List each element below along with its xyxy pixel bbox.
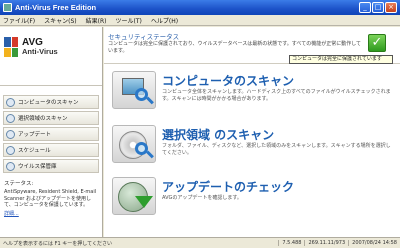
title-bar[interactable]: Anti-Virus Free Edition _ □ × <box>0 0 400 15</box>
status-tooltip: コンピュータは完全に保護されています <box>289 55 393 64</box>
menu-results[interactable]: 結果(R) <box>86 16 107 25</box>
update-icon <box>6 129 15 139</box>
status-title: ステータス: <box>4 181 34 187</box>
disc-scan-icon <box>112 125 156 163</box>
security-status-title: セキュリティステータス <box>108 33 180 41</box>
status-body: AntiSpyware, Resident Shield, E-mail Sca… <box>4 189 97 209</box>
task-computer-scan[interactable]: コンピュータのスキャン コンピュータ全体をスキャンします。ハードディスク上のすべ… <box>104 67 400 122</box>
sidebar-item-label: コンピュータのスキャン <box>18 100 79 106</box>
status-details-link[interactable]: 詳細... <box>4 211 19 217</box>
protection-status-box: ステータス: AntiSpyware, Resident Shield, E-m… <box>4 179 100 217</box>
menu-bar: ファイル(F) スキャン(S) 結果(R) ツール(T) ヘルプ(H) <box>0 15 400 26</box>
sidebar-item-label: 選択領域のスキャン <box>18 116 68 122</box>
task-title[interactable]: コンピュータのスキャン <box>162 72 294 89</box>
sidebar: AVG Anti-Virus コンピュータのスキャン 選択領域のスキャン アップ… <box>0 27 103 237</box>
sidebar-item-computer-scan[interactable]: コンピュータのスキャン <box>3 95 99 109</box>
avg-logo-icon <box>4 37 18 57</box>
sidebar-item-update[interactable]: アップデート <box>3 127 99 141</box>
task-description: フォルダ、ファイル、ディスクなど、選択した領域のみをスキャンします。スキャンする… <box>162 143 391 156</box>
sidebar-item-label: スケジュール <box>18 148 51 154</box>
check-icon[interactable]: ✓ <box>368 34 386 52</box>
main-panel: セキュリティステータス コンピュータは完全に保護されており、ウイルスデータベース… <box>104 27 400 237</box>
task-selective-scan[interactable]: 選択領域 のスキャン フォルダ、ファイル、ディスクなど、選択した領域のみをスキャ… <box>104 121 400 176</box>
menu-file[interactable]: ファイル(F) <box>3 16 35 25</box>
sidebar-nav: コンピュータのスキャン 選択領域のスキャン アップデート スケジュール ウイルス… <box>3 95 99 175</box>
menu-tools[interactable]: ツール(T) <box>116 16 142 25</box>
security-status-text: コンピュータは完全に保護されており、ウイルスデータベースは最新の状態です。すべて… <box>108 41 362 54</box>
close-button[interactable]: × <box>385 2 397 13</box>
sidebar-item-selective-scan[interactable]: 選択領域のスキャン <box>3 111 99 125</box>
app-icon <box>3 3 12 12</box>
sidebar-item-label: アップデート <box>18 132 52 138</box>
task-description: コンピュータ全体をスキャンします。ハードディスク上のすべてのファイルがウイルスチ… <box>162 89 391 102</box>
sidebar-item-schedule[interactable]: スケジュール <box>3 143 99 157</box>
folder-icon <box>6 113 15 123</box>
sidebar-divider <box>0 85 102 86</box>
app-window: Anti-Virus Free Edition _ □ × ファイル(F) スキ… <box>0 0 400 248</box>
computer-scan-icon <box>112 71 156 109</box>
update-globe-icon <box>112 177 156 215</box>
security-status-header: セキュリティステータス コンピュータは完全に保護されており、ウイルスデータベース… <box>104 27 400 64</box>
vault-icon <box>6 161 15 171</box>
minimize-button[interactable]: _ <box>359 2 371 13</box>
clock-icon <box>6 145 15 155</box>
task-update-check[interactable]: アップデートのチェック AVGのアップデートを確認します。 <box>104 173 400 228</box>
logo-brand: AVG <box>22 37 43 48</box>
avg-logo: AVG Anti-Virus <box>4 32 58 62</box>
sidebar-item-vault[interactable]: ウイルス保管庫 <box>3 159 99 173</box>
task-title[interactable]: 選択領域 のスキャン <box>162 126 274 143</box>
menu-scan[interactable]: スキャン(S) <box>44 16 77 25</box>
status-database: 269.11.11/973 <box>304 240 345 246</box>
status-date: 2007/08/24 14:58 <box>348 240 397 246</box>
status-bar: ヘルプを表示するには F1 キーを押してください 7.5.488 269.11.… <box>0 237 400 248</box>
status-version: 7.5.488 <box>278 240 301 246</box>
menu-help[interactable]: ヘルプ(H) <box>151 16 178 25</box>
maximize-button[interactable]: □ <box>372 2 384 13</box>
status-hint: ヘルプを表示するには F1 キーを押してください <box>3 241 112 247</box>
task-title[interactable]: アップデートのチェック <box>162 178 294 195</box>
task-description: AVGのアップデートを確認します。 <box>162 195 242 201</box>
logo-product: Anti-Virus <box>22 47 58 56</box>
monitor-icon <box>6 97 15 107</box>
sidebar-item-label: ウイルス保管庫 <box>18 164 57 170</box>
window-title: Anti-Virus Free Edition <box>15 3 97 12</box>
